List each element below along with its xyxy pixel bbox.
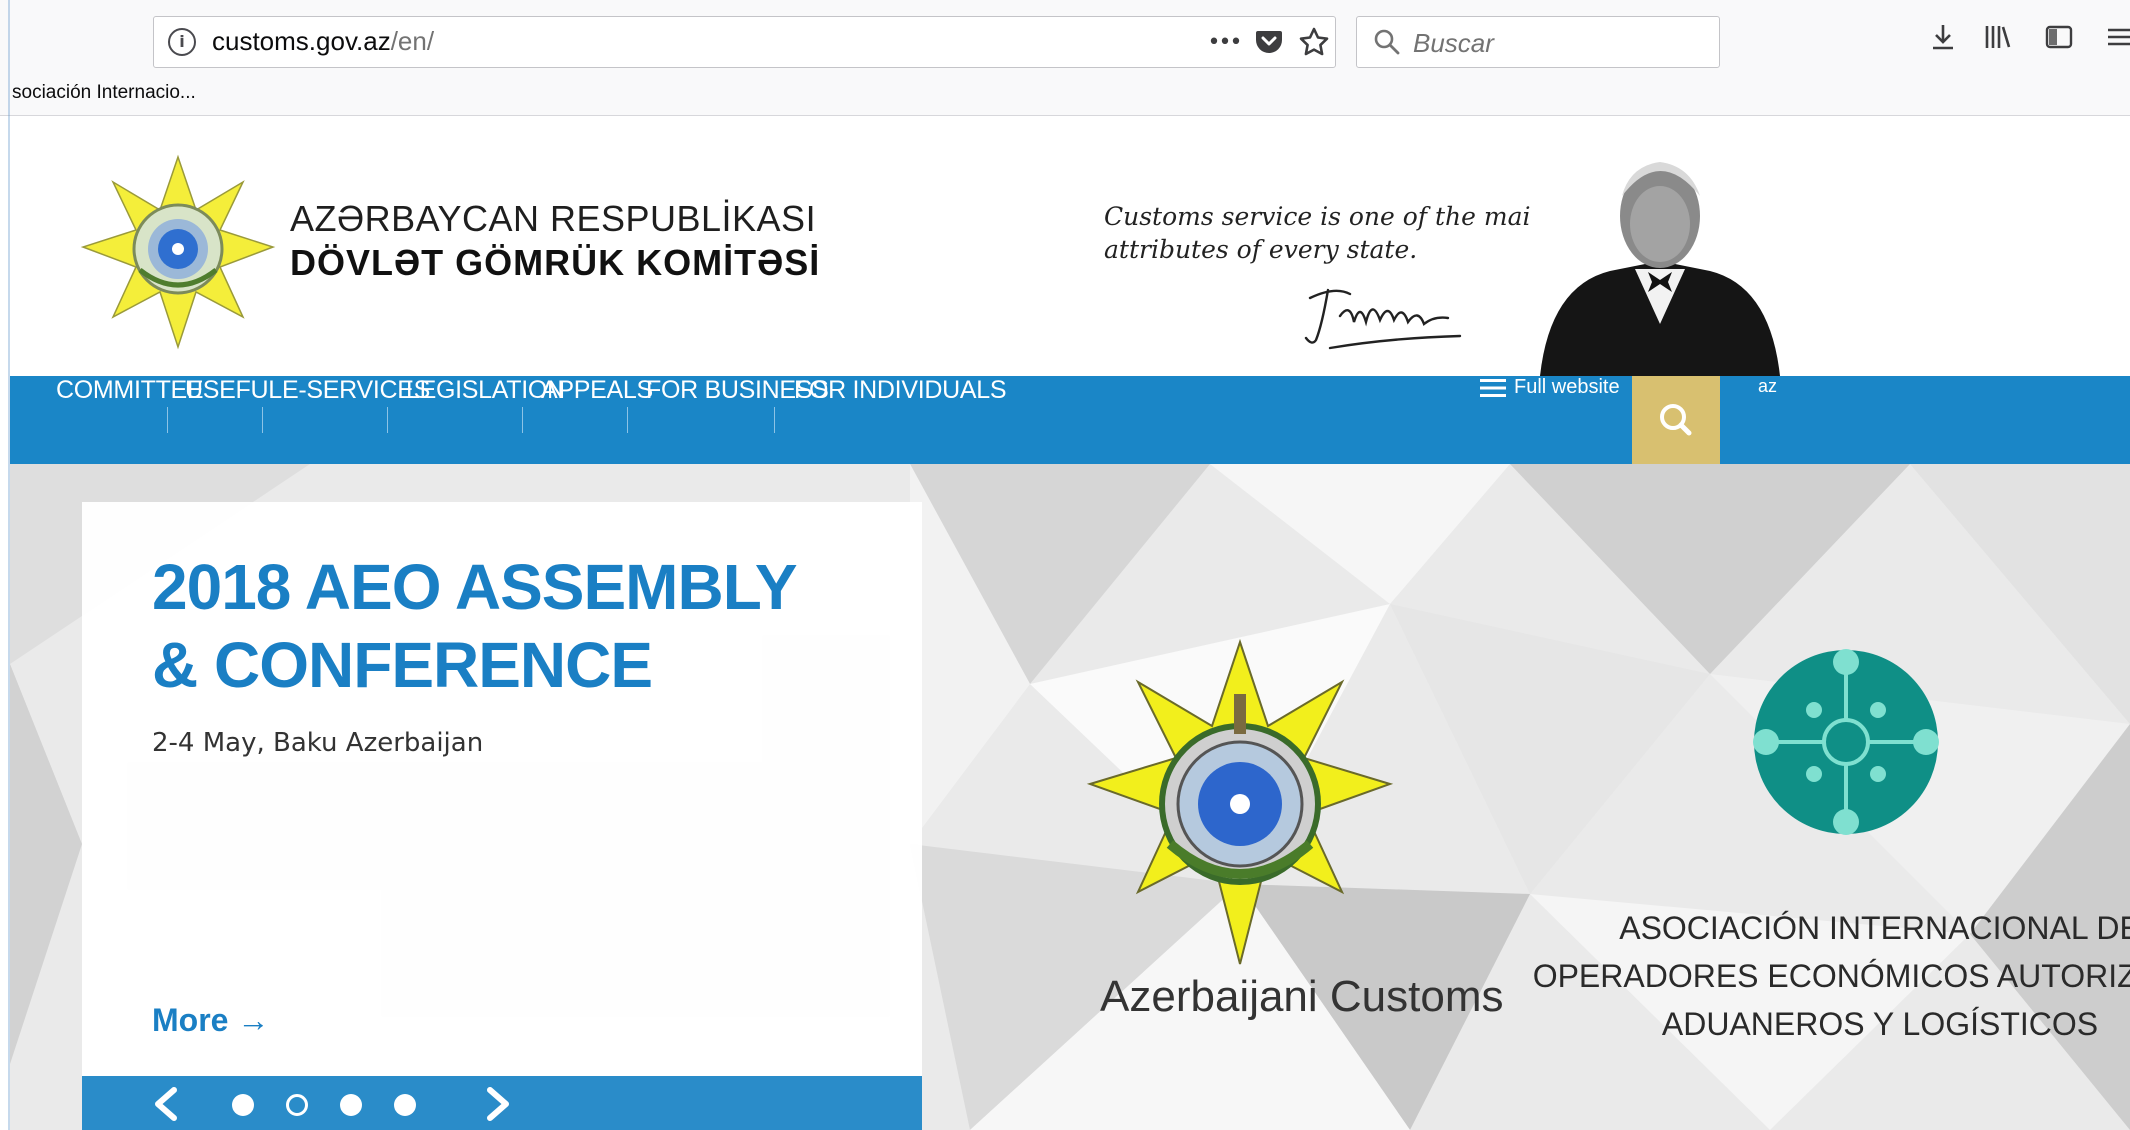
bookmark-star-icon[interactable] (1297, 26, 1331, 60)
nav-item-appeals[interactable]: APPEALS (541, 376, 653, 464)
customs-emblem-logo[interactable] (78, 152, 278, 352)
nav-item-committee[interactable]: COMMITTEE (56, 376, 204, 464)
slide-dot-active[interactable] (286, 1094, 308, 1116)
nav-separator (627, 407, 628, 433)
pocket-icon[interactable] (1252, 26, 1286, 60)
search-icon (1660, 404, 1692, 436)
nav-separator (522, 407, 523, 433)
search-icon (1374, 29, 1400, 55)
aeo-caption-line: OPERADORES ECONÓMICOS AUTORIZADOS (1532, 958, 2130, 994)
url-bar[interactable]: i customs.gov.az/en/ ••• (153, 16, 1336, 68)
nav-item-useful[interactable]: USEFUL (185, 376, 282, 464)
more-link[interactable]: More → (152, 1002, 269, 1039)
info-icon[interactable]: i (168, 28, 196, 56)
nav-item-for-individuals[interactable]: FOR INDIVIDUALS (794, 376, 1007, 464)
portrait-photo (1530, 144, 1790, 376)
nav-separator (387, 407, 388, 433)
aeo-caption: ASOCIACIÓN INTERNACIONAL DE OPERADORES E… (1520, 904, 2130, 1048)
hero-slider: 2018 AEO ASSEMBLY & CONFERENCE 2-4 May, … (10, 464, 2130, 1130)
brand-subtitle[interactable]: DÖVLƏT GÖMRÜK KOMİTƏSİ (290, 242, 820, 284)
library-icon[interactable] (1978, 22, 2016, 60)
browser-toolbar: i customs.gov.az/en/ ••• Buscar sociació… (0, 0, 2130, 116)
aeo-association-logo (1753, 649, 1939, 835)
nav-separator (262, 407, 263, 433)
hamburger-menu-icon[interactable] (2100, 22, 2130, 60)
aeo-caption-line: ADUANEROS Y LOGÍSTICOS (1661, 1006, 2099, 1042)
bookmark-item[interactable]: sociación Internacio... (12, 82, 196, 104)
chevron-right-icon[interactable] (480, 1084, 516, 1124)
site-header: AZƏRBAYCAN RESPUBLİKASI DÖVLƏT GÖMRÜK KO… (10, 116, 2130, 376)
slide-title[interactable]: 2018 AEO ASSEMBLY & CONFERENCE (152, 548, 852, 704)
main-nav: COMMITTEE USEFUL E-SERVICES LEGISLATION … (10, 376, 2130, 464)
slide-subtitle: 2-4 May, Baku Azerbaijan (152, 728, 484, 758)
bookmarks-toolbar: sociación Internacio... (0, 80, 2130, 114)
sidebar-icon[interactable] (2040, 22, 2078, 60)
brand-title[interactable]: AZƏRBAYCAN RESPUBLİKASI (290, 198, 816, 240)
slide-dot[interactable] (232, 1094, 254, 1116)
nav-separator (774, 407, 775, 433)
hamburger-icon (1480, 376, 1514, 399)
aeo-caption-line: ASOCIACIÓN INTERNACIONAL DE (1619, 910, 2130, 946)
slide-card: 2018 AEO ASSEMBLY & CONFERENCE 2-4 May, … (82, 502, 922, 1130)
site-search-button[interactable] (1632, 376, 1720, 464)
nav-separator (167, 407, 168, 433)
signature-image (1304, 288, 1462, 350)
page-actions-button[interactable]: ••• (1207, 26, 1243, 60)
url-text[interactable]: customs.gov.az/en/ (212, 26, 434, 57)
url-host: customs.gov.az (212, 26, 391, 56)
full-website-label: Full website (1514, 376, 1620, 398)
slide-dot[interactable] (394, 1094, 416, 1116)
quote: Customs service is one of the main attri… (1104, 200, 1547, 266)
quote-line: Customs service is one of the main (1104, 202, 1547, 231)
search-bar[interactable]: Buscar (1356, 16, 1720, 68)
slider-controls (82, 1076, 922, 1130)
language-switch[interactable]: az (1758, 376, 1777, 464)
full-website-link[interactable]: Full website (1480, 376, 1620, 464)
url-path: /en/ (390, 26, 435, 56)
chevron-left-icon[interactable] (148, 1084, 184, 1124)
quote-line: attributes of every state. (1104, 235, 1418, 264)
azerbaijani-customs-emblem (1086, 638, 1394, 965)
customs-caption: Azerbaijani Customs (1100, 972, 1504, 1021)
download-icon[interactable] (1924, 22, 1962, 60)
slide-dot[interactable] (340, 1094, 362, 1116)
search-placeholder: Buscar (1413, 28, 1494, 58)
